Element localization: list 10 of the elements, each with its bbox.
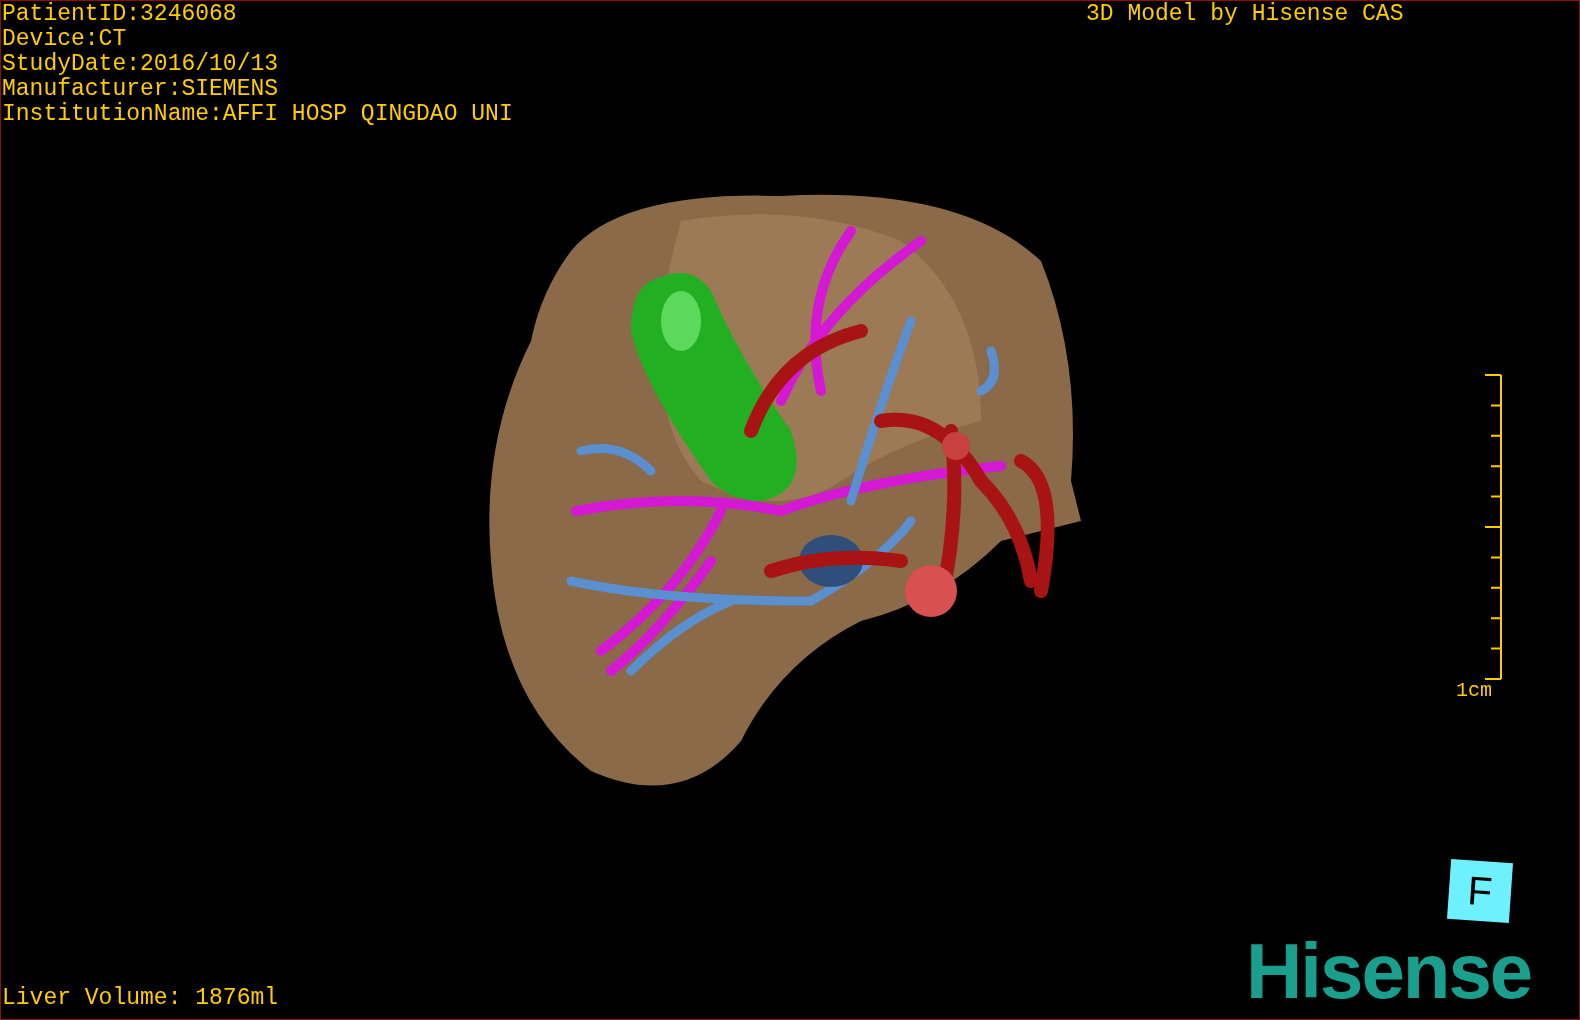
brand-logo: Hisense [1246,931,1532,1011]
info-text: Manufacturer:SIEMENS [2,77,280,102]
scale-label: 1cm [1456,679,1492,702]
info-text: InstitutionName:AFFI HOSP QINGDAO UNI [2,102,513,127]
info-text: PatientID:3246068 [2,2,238,27]
orientation-cube[interactable]: F [1447,858,1513,924]
volume-text: Liver Volume: 1876ml [2,985,279,1011]
info-text: Device:CT [2,27,128,52]
info-text: StudyDate:2016/10/13 [2,52,280,77]
header-title: 3D Model by Hisense CAS [1086,2,1404,27]
